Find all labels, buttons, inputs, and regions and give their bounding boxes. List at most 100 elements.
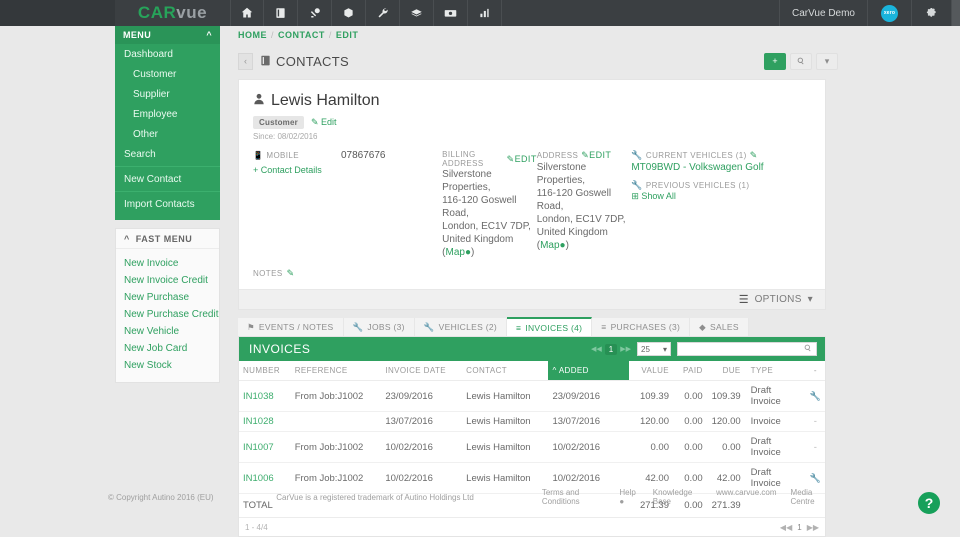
options-bar[interactable]: ☰ OPTIONS ▾	[239, 289, 825, 309]
chart-icon[interactable]	[468, 0, 502, 26]
book-icon[interactable]	[264, 0, 298, 26]
breadcrumb-edit[interactable]: EDIT	[336, 30, 359, 40]
pencil-icon[interactable]: ✎	[750, 150, 758, 161]
address-line: Silverstone Properties,	[537, 161, 632, 187]
table-row[interactable]: IN1038 From Job:J1002 23/09/2016 Lewis H…	[239, 381, 825, 412]
fast-item-new-invoice[interactable]: New Invoice	[116, 255, 219, 272]
cell-number[interactable]: IN1028	[239, 412, 291, 432]
edit-contact-link[interactable]: ✎ Edit	[311, 117, 337, 128]
fast-item-new-stock[interactable]: New Stock	[116, 357, 219, 374]
search-icon[interactable]	[790, 53, 812, 70]
footer-link-knowledge-base[interactable]: Knowledge Base	[653, 488, 702, 506]
invoice-number-link[interactable]: IN1007	[243, 442, 274, 453]
layers-icon[interactable]	[400, 0, 434, 26]
xero-integration-button[interactable]: xero	[867, 0, 911, 26]
fast-menu-header[interactable]: ^ FAST MENU	[116, 229, 219, 249]
row-action-wrench-icon[interactable]: 🔧	[806, 381, 825, 412]
tab-vehicles[interactable]: 🔧 VEHICLES (2)	[415, 318, 507, 336]
column-header-value[interactable]: VALUE	[629, 361, 673, 381]
tab-label: INVOICES (4)	[525, 323, 582, 333]
footer-link-help[interactable]: Help ●	[619, 488, 638, 506]
sidebar-item-new-contact[interactable]: New Contact	[115, 169, 220, 189]
box-icon[interactable]	[332, 0, 366, 26]
next-page-button[interactable]: ▶▶	[620, 345, 631, 353]
tab-events-notes[interactable]: ⚑ EVENTS / NOTES	[238, 318, 344, 336]
cell-number[interactable]: IN1038	[239, 381, 291, 412]
pencil-icon: ✎	[581, 150, 589, 160]
fast-item-new-job-card[interactable]: New Job Card	[116, 340, 219, 357]
breadcrumb-contact[interactable]: CONTACT	[278, 30, 325, 40]
current-vehicles-label-group: 🔧 CURRENT VEHICLES (1) ✎	[631, 150, 811, 161]
column-header-type[interactable]: TYPE	[745, 361, 806, 381]
breadcrumb-home[interactable]: HOME	[238, 30, 267, 40]
table-row[interactable]: IN1028 13/07/2016 Lewis Hamilton 13/07/2…	[239, 412, 825, 432]
sidebar-item-supplier[interactable]: Supplier	[115, 84, 220, 104]
first-page-button[interactable]: ◀◀	[591, 345, 602, 353]
map-pin-icon: ●	[465, 247, 471, 258]
next-page-button[interactable]: ▶▶	[807, 523, 819, 532]
fast-item-new-vehicle[interactable]: New Vehicle	[116, 323, 219, 340]
tab-sales[interactable]: ◆ SALES	[690, 318, 749, 336]
sidebar-item-employee[interactable]: Employee	[115, 104, 220, 124]
sidebar-item-dashboard[interactable]: Dashboard	[115, 44, 220, 64]
billing-map-link[interactable]: Map	[446, 247, 465, 258]
key-icon[interactable]	[298, 0, 332, 26]
invoice-number-link[interactable]: IN1006	[243, 473, 274, 484]
footer-page-number[interactable]: 1	[797, 523, 801, 532]
billing-country: United Kingdom	[442, 234, 513, 245]
menu-header[interactable]: MENU ^	[115, 26, 220, 44]
column-header-paid[interactable]: PAID	[673, 361, 707, 381]
page-scrollbar[interactable]	[951, 0, 960, 26]
fast-item-new-purchase-credit[interactable]: New Purchase Credit	[116, 306, 219, 323]
fast-item-new-invoice-credit[interactable]: New Invoice Credit	[116, 272, 219, 289]
fast-item-new-purchase[interactable]: New Purchase	[116, 289, 219, 306]
help-bubble-button[interactable]: ?	[916, 490, 942, 516]
edit-address-link[interactable]: ✎EDIT	[581, 150, 611, 161]
prev-page-button[interactable]: ◀◀	[780, 523, 792, 532]
table-row[interactable]: IN1007 From Job:J1002 10/02/2016 Lewis H…	[239, 432, 825, 463]
tab-invoices[interactable]: ≡ INVOICES (4)	[507, 317, 592, 336]
user-account-label[interactable]: CarVue Demo	[779, 0, 867, 26]
column-header-due[interactable]: DUE	[707, 361, 745, 381]
column-header-added[interactable]: ^ ADDED	[548, 361, 629, 381]
cell-paid: 0.00	[673, 381, 707, 412]
current-vehicle-link[interactable]: MT09BWD - Volkswagen Golf	[631, 162, 811, 173]
chevron-down-icon[interactable]: ▾	[816, 53, 838, 70]
cell-value: 0.00	[629, 432, 673, 463]
home-icon[interactable]	[230, 0, 264, 26]
current-page-number[interactable]: 1	[605, 344, 617, 355]
edit-notes-icon[interactable]: ✎	[287, 268, 295, 279]
gear-icon[interactable]	[911, 0, 951, 26]
invoices-search-input[interactable]	[677, 342, 817, 356]
column-header-reference[interactable]: REFERENCE	[291, 361, 382, 381]
add-button[interactable]: +	[764, 53, 786, 70]
contact-details-link[interactable]: + Contact Details	[253, 165, 442, 175]
cell-number[interactable]: IN1007	[239, 432, 291, 463]
tab-label: VEHICLES (2)	[439, 322, 497, 332]
cash-icon[interactable]	[434, 0, 468, 26]
wrench-icon[interactable]	[366, 0, 400, 26]
edit-billing-address-link[interactable]: ✎EDIT	[507, 154, 537, 165]
column-header-invoice-date[interactable]: INVOICE DATE	[381, 361, 462, 381]
carvue-logo[interactable]: CARvue	[115, 0, 230, 26]
page-size-select[interactable]: 25 ▾	[637, 342, 671, 356]
invoice-number-link[interactable]: IN1038	[243, 391, 274, 402]
show-all-link[interactable]: ⊞ Show All	[631, 191, 811, 202]
address-map-link[interactable]: Map	[540, 240, 559, 251]
billing-address-label: BILLING ADDRESS	[442, 150, 504, 168]
sidebar-item-search[interactable]: Search	[115, 144, 220, 164]
column-header-number[interactable]: NUMBER	[239, 361, 291, 381]
sidebar-item-other[interactable]: Other	[115, 124, 220, 144]
column-header-contact[interactable]: CONTACT	[462, 361, 548, 381]
tab-purchases[interactable]: ≡ PURCHASES (3)	[592, 318, 690, 336]
footer-link-media-centre[interactable]: Media Centre	[791, 488, 830, 506]
sidebar-item-customer[interactable]: Customer	[115, 64, 220, 84]
invoice-number-link[interactable]: IN1028	[243, 416, 274, 427]
sidebar-item-import-contacts[interactable]: Import Contacts	[115, 194, 220, 214]
footer-link-website[interactable]: www.carvue.com	[716, 488, 776, 506]
column-header-added-label: ADDED	[559, 366, 589, 375]
tab-jobs[interactable]: 🔧 JOBS (3)	[344, 318, 415, 336]
expand-icon: ⊞	[631, 191, 639, 201]
chevron-left-icon[interactable]: ‹	[238, 53, 253, 70]
footer-link-terms[interactable]: Terms and Conditions	[542, 488, 606, 506]
